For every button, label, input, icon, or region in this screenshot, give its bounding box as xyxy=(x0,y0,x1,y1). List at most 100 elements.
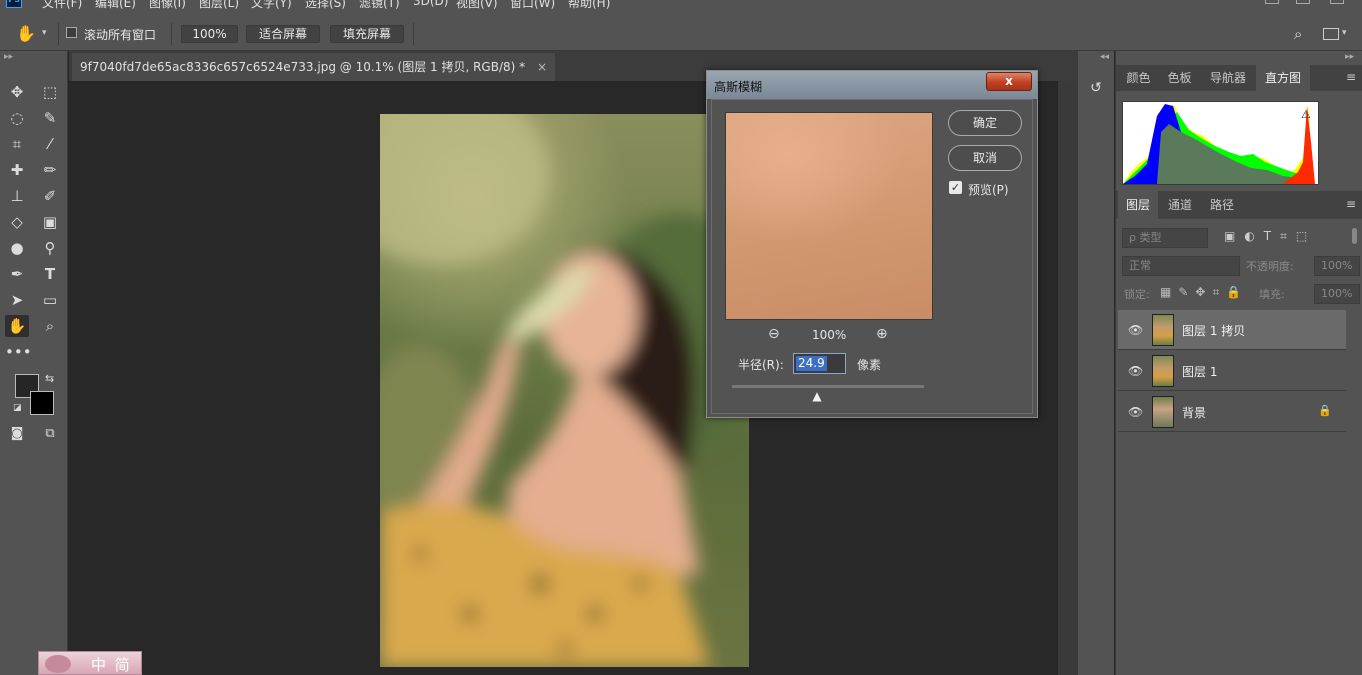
dialog-close-button[interactable]: x xyxy=(986,72,1032,91)
zoom-in-icon[interactable]: ⊕ xyxy=(876,326,888,342)
screen-mode-icon[interactable]: ⧉ xyxy=(38,423,62,445)
healing-brush-tool-icon[interactable]: ✚ xyxy=(5,159,29,181)
zoom-out-icon[interactable]: ⊖ xyxy=(768,326,780,342)
cancel-button[interactable]: 取消 xyxy=(948,145,1022,171)
layers-panel-menu-icon[interactable]: ≡ xyxy=(1346,197,1356,211)
brush-tool-icon[interactable]: ✏ xyxy=(38,159,62,181)
radius-slider-thumb[interactable]: ▲ xyxy=(812,389,821,403)
lock-icon: 🔒 xyxy=(1318,404,1332,417)
quick-selection-tool-icon[interactable]: ✎ xyxy=(38,107,62,129)
blend-mode-select[interactable]: 正常 xyxy=(1122,256,1240,276)
layer-row-layer1[interactable]: 👁 图层 1 xyxy=(1118,351,1346,391)
visibility-eye-icon[interactable]: 👁 xyxy=(1128,405,1143,419)
background-color-swatch[interactable] xyxy=(30,391,54,415)
layer-name: 背景 xyxy=(1182,406,1207,420)
lock-label: 锁定: xyxy=(1124,288,1150,301)
menu-filter[interactable]: 滤镜(T) xyxy=(359,0,400,11)
photoshop-logo-icon[interactable]: Ps xyxy=(6,0,22,8)
layer-row-background[interactable]: 👁 背景 🔒 xyxy=(1118,392,1346,432)
fill-input[interactable]: 100% xyxy=(1314,284,1360,304)
top-panel-tabs: 颜色 色板 导航器 直方图 ≡ xyxy=(1116,65,1362,91)
preview-checkbox[interactable]: ✓ xyxy=(949,181,962,194)
expand-panels-icon[interactable]: ◂◂ xyxy=(1100,52,1109,62)
menu-help[interactable]: 帮助(H) xyxy=(568,0,610,11)
more-tools-icon[interactable]: ••• xyxy=(5,341,32,363)
lasso-tool-icon[interactable]: ◌ xyxy=(5,107,29,129)
tab-channels[interactable]: 通道 xyxy=(1160,191,1200,219)
menu-file[interactable]: 文件(F) xyxy=(42,0,82,11)
dodge-tool-icon[interactable]: ⚲ xyxy=(38,237,62,259)
menu-view[interactable]: 视图(V) xyxy=(456,0,498,11)
lock-options-icons[interactable]: ▦✎✥⌗🔒 xyxy=(1160,285,1248,300)
radius-input[interactable]: 24.9 xyxy=(793,353,846,374)
history-panel-icon[interactable]: ↺ xyxy=(1084,77,1108,99)
workspace-icon[interactable] xyxy=(1323,28,1339,40)
ok-button[interactable]: 确定 xyxy=(948,110,1022,136)
quick-mask-icon[interactable]: ◙ xyxy=(5,423,29,445)
clone-stamp-tool-icon[interactable]: ⊥ xyxy=(5,185,29,207)
pen-tool-icon[interactable]: ✒ xyxy=(5,263,29,285)
hand-tool-active-icon[interactable]: ✋ xyxy=(5,315,29,337)
radius-label: 半径(R): xyxy=(738,358,784,372)
type-tool-icon[interactable]: T xyxy=(38,263,62,285)
document-tab-close-icon[interactable]: × xyxy=(537,60,547,74)
layer-row-copy[interactable]: 👁 图层 1 拷贝 xyxy=(1118,310,1346,350)
minimize-window-button[interactable] xyxy=(1265,0,1279,4)
layer-filter-icons[interactable]: ▣◐T⌗⬚ xyxy=(1224,229,1316,244)
visibility-eye-icon[interactable]: 👁 xyxy=(1128,323,1143,337)
marquee-tool-icon[interactable]: ⬚ xyxy=(38,81,62,103)
search-icon[interactable]: ⌕ xyxy=(1294,25,1302,43)
ime-logo-icon xyxy=(45,655,71,673)
dialog-title-bar[interactable]: 高斯模糊 x xyxy=(707,71,1037,99)
collapse-panels-icon[interactable]: ▸▸ xyxy=(1345,52,1354,62)
scroll-all-windows-checkbox[interactable] xyxy=(66,27,77,38)
canvas-vertical-scrollbar[interactable] xyxy=(1058,81,1077,675)
zoom-100-button[interactable]: 100% xyxy=(181,25,238,43)
layer-filter-toggle[interactable] xyxy=(1352,228,1357,244)
eyedropper-tool-icon[interactable]: ⁄ xyxy=(38,133,62,155)
document-tab[interactable]: 9f7040fd7de65ac8336c657c6524e733.jpg @ 1… xyxy=(72,53,556,81)
workspace-chevron-down-icon[interactable]: ▾ xyxy=(1342,28,1347,38)
ime-status-badge[interactable]: 中 简 xyxy=(38,651,142,675)
fit-screen-button[interactable]: 适合屏幕 xyxy=(246,25,320,43)
tab-color[interactable]: 颜色 xyxy=(1120,65,1157,91)
eraser-tool-icon[interactable]: ◇ xyxy=(5,211,29,233)
move-tool-icon[interactable]: ✥ xyxy=(5,81,29,103)
gradient-tool-icon[interactable]: ▣ xyxy=(38,211,62,233)
collapse-toolbar-icon[interactable]: ▸▸ xyxy=(4,52,13,62)
blur-tool-icon[interactable]: ● xyxy=(5,237,29,259)
histogram-warning-icon[interactable]: ⚠ xyxy=(1301,108,1311,121)
history-brush-tool-icon[interactable]: ✐ xyxy=(38,185,62,207)
rectangle-tool-icon[interactable]: ▭ xyxy=(38,289,62,311)
menu-select[interactable]: 选择(S) xyxy=(305,0,346,11)
menu-image[interactable]: 图像(I) xyxy=(149,0,186,11)
zoom-tool-icon[interactable]: ⌕ xyxy=(38,315,62,337)
tab-navigator[interactable]: 导航器 xyxy=(1204,65,1252,91)
menu-layer[interactable]: 图层(L) xyxy=(199,0,239,11)
layer-kind-filter[interactable]: ρ 类型 xyxy=(1122,228,1208,248)
menu-window[interactable]: 窗口(W) xyxy=(510,0,555,11)
menu-3d[interactable]: 3D(D) xyxy=(413,0,448,8)
hand-tool-icon[interactable]: ✋ xyxy=(16,24,36,43)
blur-preview-area[interactable] xyxy=(725,112,933,320)
blurred-photo-canvas[interactable] xyxy=(380,114,749,667)
default-colors-icon[interactable]: ◪ xyxy=(13,403,22,413)
swap-colors-icon[interactable]: ⇆ xyxy=(45,372,54,385)
tab-layers[interactable]: 图层 xyxy=(1118,191,1158,219)
maximize-window-button[interactable] xyxy=(1296,0,1310,4)
close-window-button[interactable] xyxy=(1330,0,1344,4)
menu-type[interactable]: 文字(Y) xyxy=(251,0,292,11)
visibility-eye-icon[interactable]: 👁 xyxy=(1128,364,1143,378)
dialog-title: 高斯模糊 xyxy=(714,80,763,94)
tab-swatches[interactable]: 色板 xyxy=(1161,65,1198,91)
top-panel-menu-icon[interactable]: ≡ xyxy=(1346,70,1356,84)
fill-screen-button[interactable]: 填充屏幕 xyxy=(330,25,404,43)
opacity-input[interactable]: 100% xyxy=(1314,256,1360,276)
radius-slider-track[interactable] xyxy=(732,385,924,388)
crop-tool-icon[interactable]: ⌗ xyxy=(5,133,29,155)
menu-edit[interactable]: 编辑(E) xyxy=(95,0,136,11)
tool-preset-chevron-down-icon[interactable]: ▾ xyxy=(42,28,47,38)
tab-histogram[interactable]: 直方图 xyxy=(1256,65,1310,91)
path-selection-tool-icon[interactable]: ➤ xyxy=(5,289,29,311)
tab-paths[interactable]: 路径 xyxy=(1202,191,1242,219)
